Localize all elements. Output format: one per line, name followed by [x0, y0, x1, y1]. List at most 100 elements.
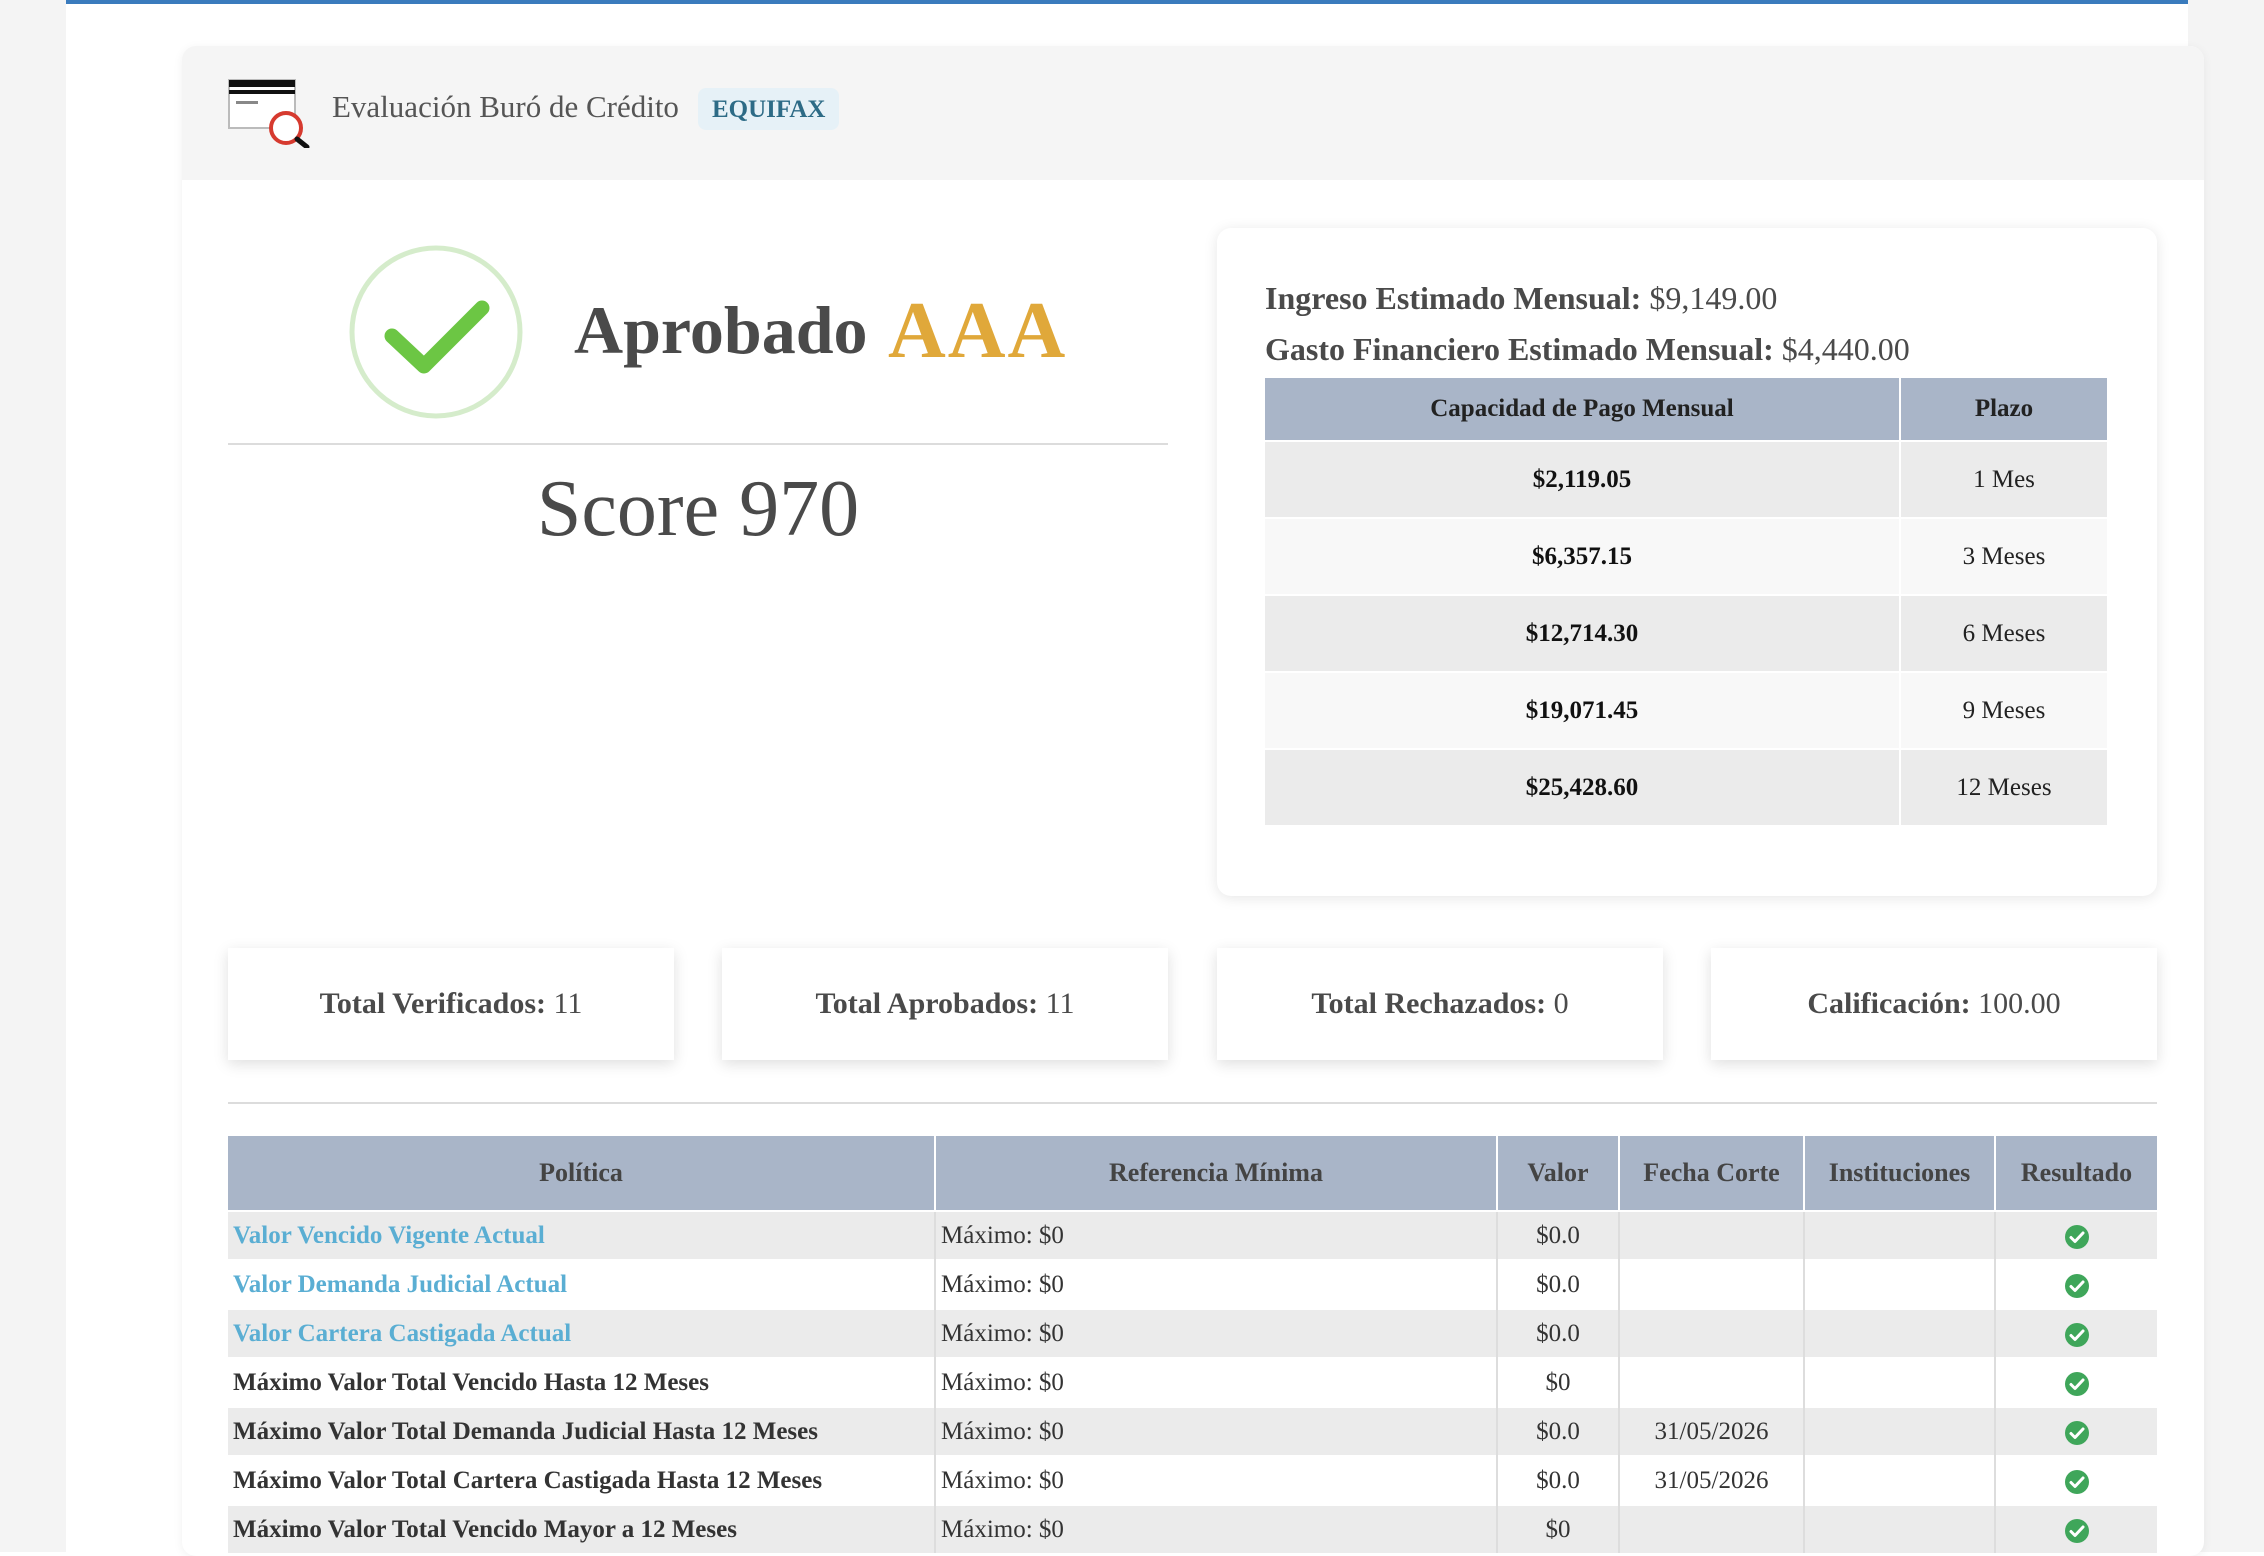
policy-link[interactable]: Valor Demanda Judicial Actual	[228, 1259, 936, 1309]
policy-name: Máximo Valor Total Cartera Castigada Has…	[228, 1455, 936, 1505]
policy-table-body: Valor Vencido Vigente Actual Máximo: $0 $0…	[228, 1210, 2157, 1553]
cutoff-date	[1619, 1259, 1805, 1309]
table-row: Valor Demanda Judicial Actual Máximo: $0 $…	[228, 1259, 2157, 1309]
column-header: Valor	[1497, 1136, 1620, 1211]
policy-name: Máximo Valor Total Vencido Mayor a 12 Me…	[228, 1504, 936, 1553]
reference-min: Máximo: $0	[935, 1406, 1498, 1456]
credit-evaluation-card: Evaluación Buró de Crédito EQUIFAX Aprob…	[182, 46, 2204, 1556]
institutions	[1804, 1455, 1996, 1505]
capacity-amount: $25,428.60	[1265, 748, 1901, 825]
result-cell	[1995, 1308, 2157, 1358]
stat-total-rechazados: Total Rechazados: 0	[1217, 948, 1663, 1060]
stat-label: Total Aprobados:	[815, 987, 1039, 1020]
stat-value: 11	[1045, 987, 1075, 1020]
reference-min: Máximo: $0	[935, 1357, 1498, 1407]
cutoff-date	[1619, 1210, 1805, 1260]
ingreso-label: Ingreso Estimado Mensual:	[1265, 280, 1642, 316]
check-circle-filled-icon	[2064, 1469, 2090, 1495]
stat-label: Total Rechazados:	[1311, 987, 1547, 1020]
check-circle-filled-icon	[2064, 1322, 2090, 1348]
policy-link[interactable]: Valor Cartera Castigada Actual	[228, 1308, 936, 1358]
check-circle-filled-icon	[2064, 1273, 2090, 1299]
column-header: Instituciones	[1804, 1136, 1996, 1211]
policy-value: $0.0	[1497, 1210, 1620, 1260]
bureau-badge: EQUIFAX	[698, 88, 840, 130]
payment-capacity-table: Capacidad de Pago Mensual Plazo $2,119.0…	[1265, 378, 2107, 825]
stat-value: 0	[1553, 987, 1569, 1020]
institutions	[1804, 1357, 1996, 1407]
institutions	[1804, 1308, 1996, 1358]
gasto-line: Gasto Financiero Estimado Mensual: $4,44…	[1265, 331, 1910, 368]
result-cell	[1995, 1357, 2157, 1407]
policy-link[interactable]: Valor Vencido Vigente Actual	[228, 1210, 936, 1260]
stat-label: Total Verificados:	[319, 987, 546, 1020]
cutoff-date: 31/05/2026	[1619, 1406, 1805, 1456]
check-circle-filled-icon	[2064, 1371, 2090, 1397]
result-cell	[1995, 1259, 2157, 1309]
page: Evaluación Buró de Crédito EQUIFAX Aprob…	[66, 4, 2204, 1556]
institutions	[1804, 1406, 1996, 1456]
reference-min: Máximo: $0	[935, 1259, 1498, 1309]
stat-value: 100.00	[1978, 987, 2061, 1020]
policy-table: Política Referencia Mínima Valor Fecha C…	[228, 1136, 2157, 1553]
table-row: Máximo Valor Total Cartera Castigada Has…	[228, 1455, 2157, 1505]
cutoff-date	[1619, 1308, 1805, 1358]
column-header: Referencia Mínima	[935, 1136, 1498, 1211]
policy-name: Máximo Valor Total Demanda Judicial Hast…	[228, 1406, 936, 1456]
result-cell	[1995, 1455, 2157, 1505]
ingreso-line: Ingreso Estimado Mensual: $9,149.00	[1265, 280, 1777, 317]
table-row: $19,071.45 9 Meses	[1265, 671, 2107, 749]
term: 6 Meses	[1900, 594, 2107, 672]
header-title: Evaluación Buró de Crédito	[332, 89, 679, 124]
table-row: $25,428.60 12 Meses	[1265, 748, 2107, 825]
capacity-amount: $19,071.45	[1265, 671, 1901, 749]
capacity-amount: $2,119.05	[1265, 440, 1901, 518]
check-circle-filled-icon	[2064, 1518, 2090, 1544]
institutions	[1804, 1259, 1996, 1309]
credit-card-search-icon	[228, 76, 310, 150]
result-cell	[1995, 1406, 2157, 1456]
term: 9 Meses	[1900, 671, 2107, 749]
policy-value: $0	[1497, 1504, 1620, 1553]
policy-value: $0.0	[1497, 1406, 1620, 1456]
check-circle-filled-icon	[2064, 1224, 2090, 1250]
left-gutter	[0, 0, 66, 1552]
table-row: Máximo Valor Total Vencido Mayor a 12 Me…	[228, 1504, 2157, 1553]
institutions	[1804, 1504, 1996, 1553]
term: 3 Meses	[1900, 517, 2107, 595]
column-header: Plazo	[1900, 378, 2107, 441]
stat-calificacion: Calificación: 100.00	[1711, 948, 2157, 1060]
divider	[228, 1102, 2157, 1104]
reference-min: Máximo: $0	[935, 1504, 1498, 1553]
gasto-value: $4,440.00	[1781, 331, 1910, 367]
policy-value: $0.0	[1497, 1308, 1620, 1358]
table-row: $2,119.05 1 Mes	[1265, 440, 2107, 518]
table-row: Máximo Valor Total Vencido Hasta 12 Mese…	[228, 1357, 2157, 1407]
stat-total-verificados: Total Verificados: 11	[228, 948, 674, 1060]
reference-min: Máximo: $0	[935, 1308, 1498, 1358]
result-cell	[1995, 1504, 2157, 1553]
cutoff-date	[1619, 1504, 1805, 1553]
grade-label: AAA	[888, 287, 1068, 375]
capacity-amount: $6,357.15	[1265, 517, 1901, 595]
table-row: Valor Cartera Castigada Actual Máximo: $0…	[228, 1308, 2157, 1358]
reference-min: Máximo: $0	[935, 1210, 1498, 1260]
stat-label: Calificación:	[1807, 987, 1971, 1020]
column-header: Resultado	[1995, 1136, 2157, 1211]
policy-value: $0.0	[1497, 1455, 1620, 1505]
income-summary-box: Ingreso Estimado Mensual: $9,149.00 Gast…	[1217, 228, 2157, 896]
policy-value: $0	[1497, 1357, 1620, 1407]
table-row: Máximo Valor Total Demanda Judicial Hast…	[228, 1406, 2157, 1456]
reference-min: Máximo: $0	[935, 1455, 1498, 1505]
divider	[228, 443, 1168, 445]
term: 12 Meses	[1900, 748, 2107, 825]
check-circle-filled-icon	[2064, 1420, 2090, 1446]
result-cell	[1995, 1210, 2157, 1260]
table-row: $6,357.15 3 Meses	[1265, 517, 2107, 595]
capacity-amount: $12,714.30	[1265, 594, 1901, 672]
policy-value: $0.0	[1497, 1259, 1620, 1309]
column-header: Capacidad de Pago Mensual	[1265, 378, 1901, 441]
term: 1 Mes	[1900, 440, 2107, 518]
cutoff-date: 31/05/2026	[1619, 1455, 1805, 1505]
status-label: Aprobado	[574, 292, 868, 368]
